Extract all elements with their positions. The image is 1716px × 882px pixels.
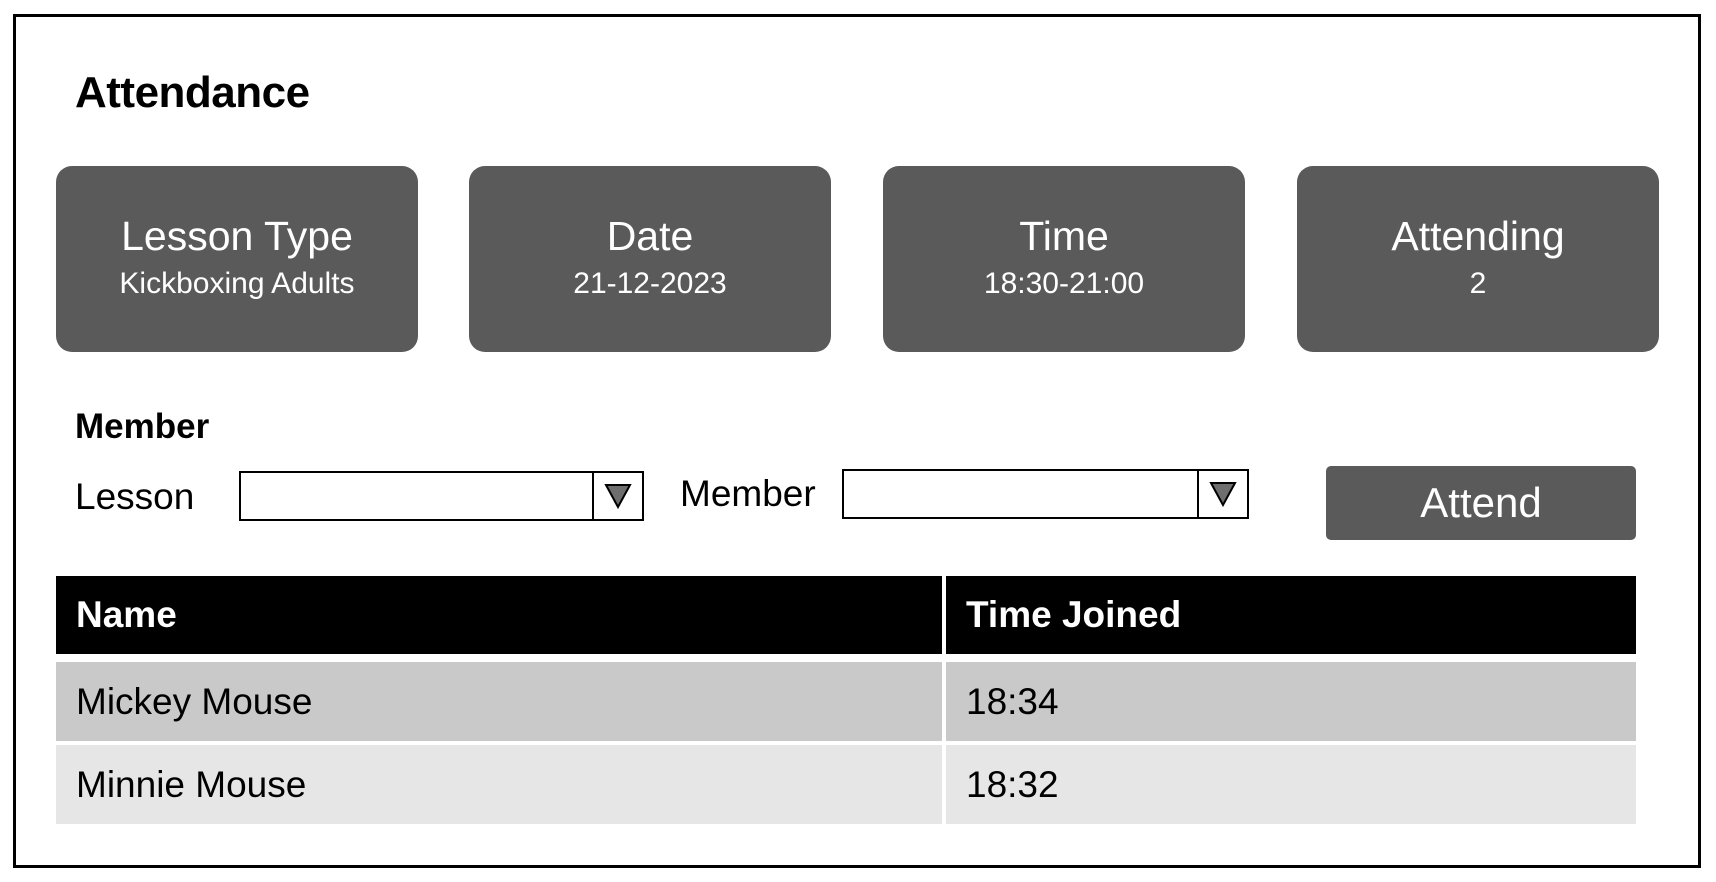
member-select[interactable] [842,469,1249,519]
attend-button[interactable]: Attend [1326,466,1636,540]
member-label: Member [680,473,816,514]
lesson-label: Lesson [75,476,195,517]
column-header-time-joined[interactable]: Time Joined [942,576,1636,654]
card-label: Time [1019,213,1109,259]
name-cell: Mickey Mouse [56,662,942,741]
card-label: Lesson Type [121,213,353,259]
triangle-down-icon [1209,482,1237,507]
table-row[interactable]: Mickey Mouse 18:34 [56,662,1636,741]
card-value: 21-12-2023 [573,267,727,300]
column-header-name[interactable]: Name [56,576,942,654]
attending-card: Attending 2 [1297,166,1659,352]
page-title: Attendance [75,68,310,117]
time-joined-cell: 18:32 [942,745,1636,824]
card-label: Attending [1391,213,1565,259]
lesson-dropdown-button[interactable] [592,473,642,519]
lesson-type-card: Lesson Type Kickboxing Adults [56,166,418,352]
member-section-title: Member [75,407,210,446]
table-row[interactable]: Minnie Mouse 18:32 [56,745,1636,824]
member-dropdown-button[interactable] [1197,471,1247,517]
table-header-row: Name Time Joined [56,576,1636,654]
card-value: 2 [1469,267,1487,300]
card-label: Date [606,213,694,259]
triangle-down-icon [604,484,632,509]
name-cell: Minnie Mouse [56,745,942,824]
attendance-table: Name Time Joined Mickey Mouse 18:34 Minn… [56,576,1636,828]
time-joined-cell: 18:34 [942,662,1636,741]
card-value: 18:30-21:00 [983,267,1145,300]
time-card: Time 18:30-21:00 [883,166,1245,352]
card-value: Kickboxing Adults [119,267,355,300]
date-card: Date 21-12-2023 [469,166,831,352]
lesson-select[interactable] [239,471,644,521]
